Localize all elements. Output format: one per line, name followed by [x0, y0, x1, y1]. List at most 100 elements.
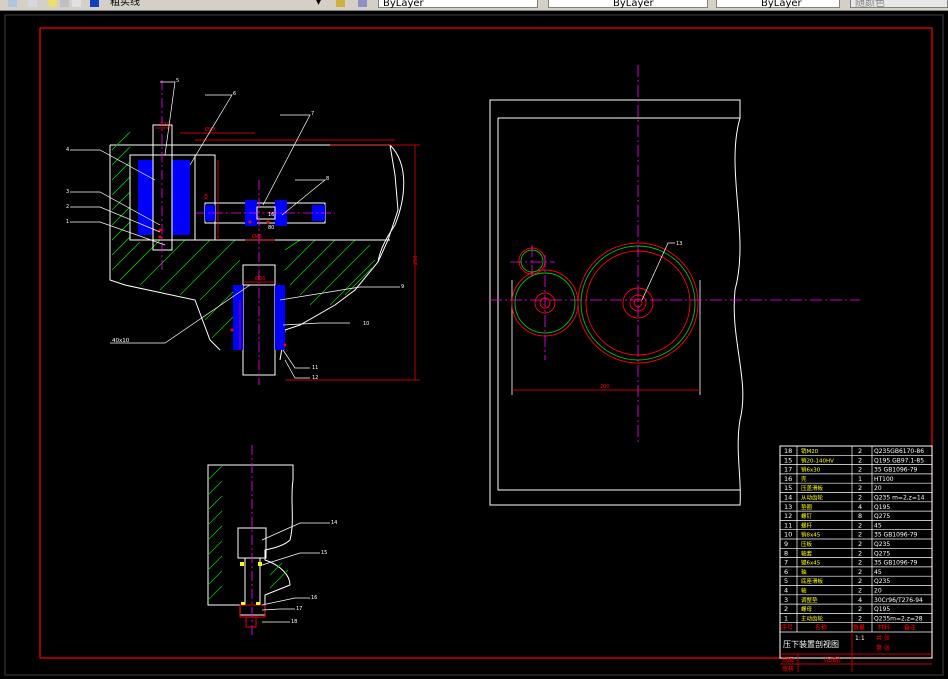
- parts-row-quantity: 2: [858, 605, 862, 613]
- parts-row-number: 9: [784, 540, 788, 548]
- layer-color-swatch-icon: [90, 0, 99, 7]
- parts-row-quantity: 2: [858, 494, 862, 502]
- parts-row-number: 7: [784, 559, 788, 567]
- plot-style-dropdown[interactable]: 随颜色: [850, 0, 948, 9]
- light-bulb-icon[interactable]: [48, 0, 57, 7]
- parts-row-material: Q195 GB97.1-85: [874, 457, 924, 464]
- parts-row-material: HT100: [874, 476, 894, 483]
- layer-previous-icon[interactable]: [358, 0, 367, 7]
- layer-manager-icon[interactable]: [8, 0, 17, 7]
- parts-row-material: Q235: [874, 541, 890, 548]
- svg-text:XX: XX: [204, 193, 210, 200]
- parts-row-quantity: 2: [858, 521, 862, 529]
- parts-row-number: 5: [784, 577, 788, 585]
- parts-row-name: 底座滑板: [801, 577, 824, 585]
- parts-row-material: Q195: [874, 504, 890, 511]
- parts-row-number: 15: [784, 456, 792, 464]
- parts-row-material: Q235: [874, 578, 890, 585]
- parts-row-name: 销M20: [801, 447, 819, 455]
- break-line: [377, 144, 405, 263]
- parts-row-quantity: 2: [858, 549, 862, 557]
- parts-row-number: 1: [784, 614, 788, 622]
- parts-row-number: 3: [784, 596, 788, 604]
- svg-text:Ø45: Ø45: [252, 233, 262, 240]
- linetype-control-dropdown[interactable]: ByLayer: [548, 0, 708, 9]
- title-block: 18 销M20 2 Q235GB6170-8615 销20-140HV 2 Q195 GB9…: [779, 445, 933, 673]
- parts-row-name: 螺钉: [801, 512, 813, 520]
- svg-text:ØXX: ØXX: [205, 126, 216, 133]
- sheet-number: 第 张: [876, 644, 890, 652]
- svg-text:1: 1: [66, 219, 69, 225]
- detail-outline: [207, 464, 294, 616]
- drawing-title: 压下装置剖视图: [783, 639, 839, 649]
- svg-text:80: 80: [268, 225, 274, 231]
- parts-row-name: 螺杆: [801, 521, 813, 529]
- center-distance-text: 200: [600, 384, 610, 390]
- housing-inner-outline: [497, 117, 740, 491]
- svg-text:16: 16: [268, 212, 274, 218]
- freeze-icon[interactable]: [60, 0, 69, 7]
- parts-row-material: 35 GB1096-79: [874, 467, 918, 474]
- parts-row-name: 从动齿轮: [801, 494, 824, 502]
- parts-row-quantity: 2: [858, 577, 862, 585]
- parts-row-name: 壳: [801, 475, 807, 483]
- parts-row-number: 18: [784, 447, 792, 455]
- svg-text:17: 17: [296, 606, 302, 612]
- parts-row-material: 20: [874, 485, 882, 492]
- parts-row-quantity: 2: [858, 484, 862, 492]
- color-control-dropdown[interactable]: ByLayer: [378, 0, 538, 9]
- housing-left-edge: [109, 145, 221, 351]
- svg-text:120: 120: [160, 122, 170, 128]
- scale-value: 1:1: [855, 635, 865, 642]
- lineweight-control-dropdown[interactable]: ByLayer: [716, 0, 840, 9]
- diameter-label: 40x10: [112, 338, 130, 344]
- layer-state-icon[interactable]: [28, 0, 37, 7]
- parts-row-quantity: 2: [858, 559, 862, 567]
- main-section-view: 120 ØXX 250 XX Ø45 Ø36 56 78 43 21 910 1…: [66, 78, 420, 385]
- svg-text:6: 6: [233, 91, 236, 97]
- properties-toolbar: 粗实线 ▾ ByLayer ByLayer ByLayer 随颜色: [0, 0, 948, 11]
- drawn-by-label: 制图: [782, 656, 794, 664]
- svg-text:2: 2: [66, 204, 69, 210]
- layer-dropdown[interactable]: 粗实线: [110, 0, 140, 9]
- parts-row-number: 11: [784, 521, 792, 529]
- parts-row-material: Q275: [874, 513, 890, 520]
- parts-row-name: 调整垫: [801, 596, 818, 604]
- svg-text:9: 9: [401, 284, 404, 290]
- parts-row-number: 6: [784, 568, 788, 576]
- detail-hatch: [207, 465, 289, 601]
- parts-row-name: 螺母: [801, 605, 813, 613]
- parts-row-quantity: 4: [858, 503, 862, 511]
- parts-row-quantity: 1: [858, 475, 862, 483]
- parts-row-number: 4: [784, 587, 788, 595]
- parts-row-name: 压盖滑板: [801, 484, 824, 492]
- parts-row-material: Q275: [874, 550, 890, 557]
- bearing-right: [172, 160, 190, 235]
- parts-row-number: 13: [784, 503, 792, 511]
- parts-header: 备注: [904, 624, 916, 632]
- parts-row-quantity: 2: [858, 568, 862, 576]
- chevron-down-icon[interactable]: ▾: [316, 0, 321, 9]
- parts-row-name: 键6x45: [801, 559, 821, 567]
- parts-row-number: 17: [784, 466, 792, 474]
- drawing-canvas[interactable]: 120 ØXX 250 XX Ø45 Ø36 56 78 43 21 910 1…: [0, 11, 948, 679]
- parts-row-number: 16: [784, 475, 792, 483]
- checked-by-label: 审核: [782, 665, 794, 673]
- parts-row-material: Q235GB6170-86: [874, 448, 924, 455]
- parts-header: 名称: [815, 624, 827, 632]
- date-label: (日期): [824, 656, 841, 664]
- parts-row-quantity: 2: [858, 466, 862, 474]
- parts-row-name: 销20-140HV: [801, 456, 834, 464]
- gear-side-view: 200 13: [489, 65, 860, 506]
- parts-header: 序号: [781, 624, 793, 632]
- gear-centerlines: [490, 65, 860, 445]
- make-current-layer-icon[interactable]: [336, 0, 345, 7]
- parts-row-name: 销6x30: [801, 466, 821, 474]
- drawing-border: [39, 27, 933, 659]
- svg-text:16: 16: [311, 595, 317, 601]
- parts-row-number: 10: [784, 531, 792, 539]
- parts-row-material: Q235m=2,z=28: [874, 615, 923, 622]
- lock-icon[interactable]: [72, 0, 81, 7]
- parts-row-name: 垫圈: [801, 503, 813, 511]
- svg-text:12: 12: [312, 375, 318, 381]
